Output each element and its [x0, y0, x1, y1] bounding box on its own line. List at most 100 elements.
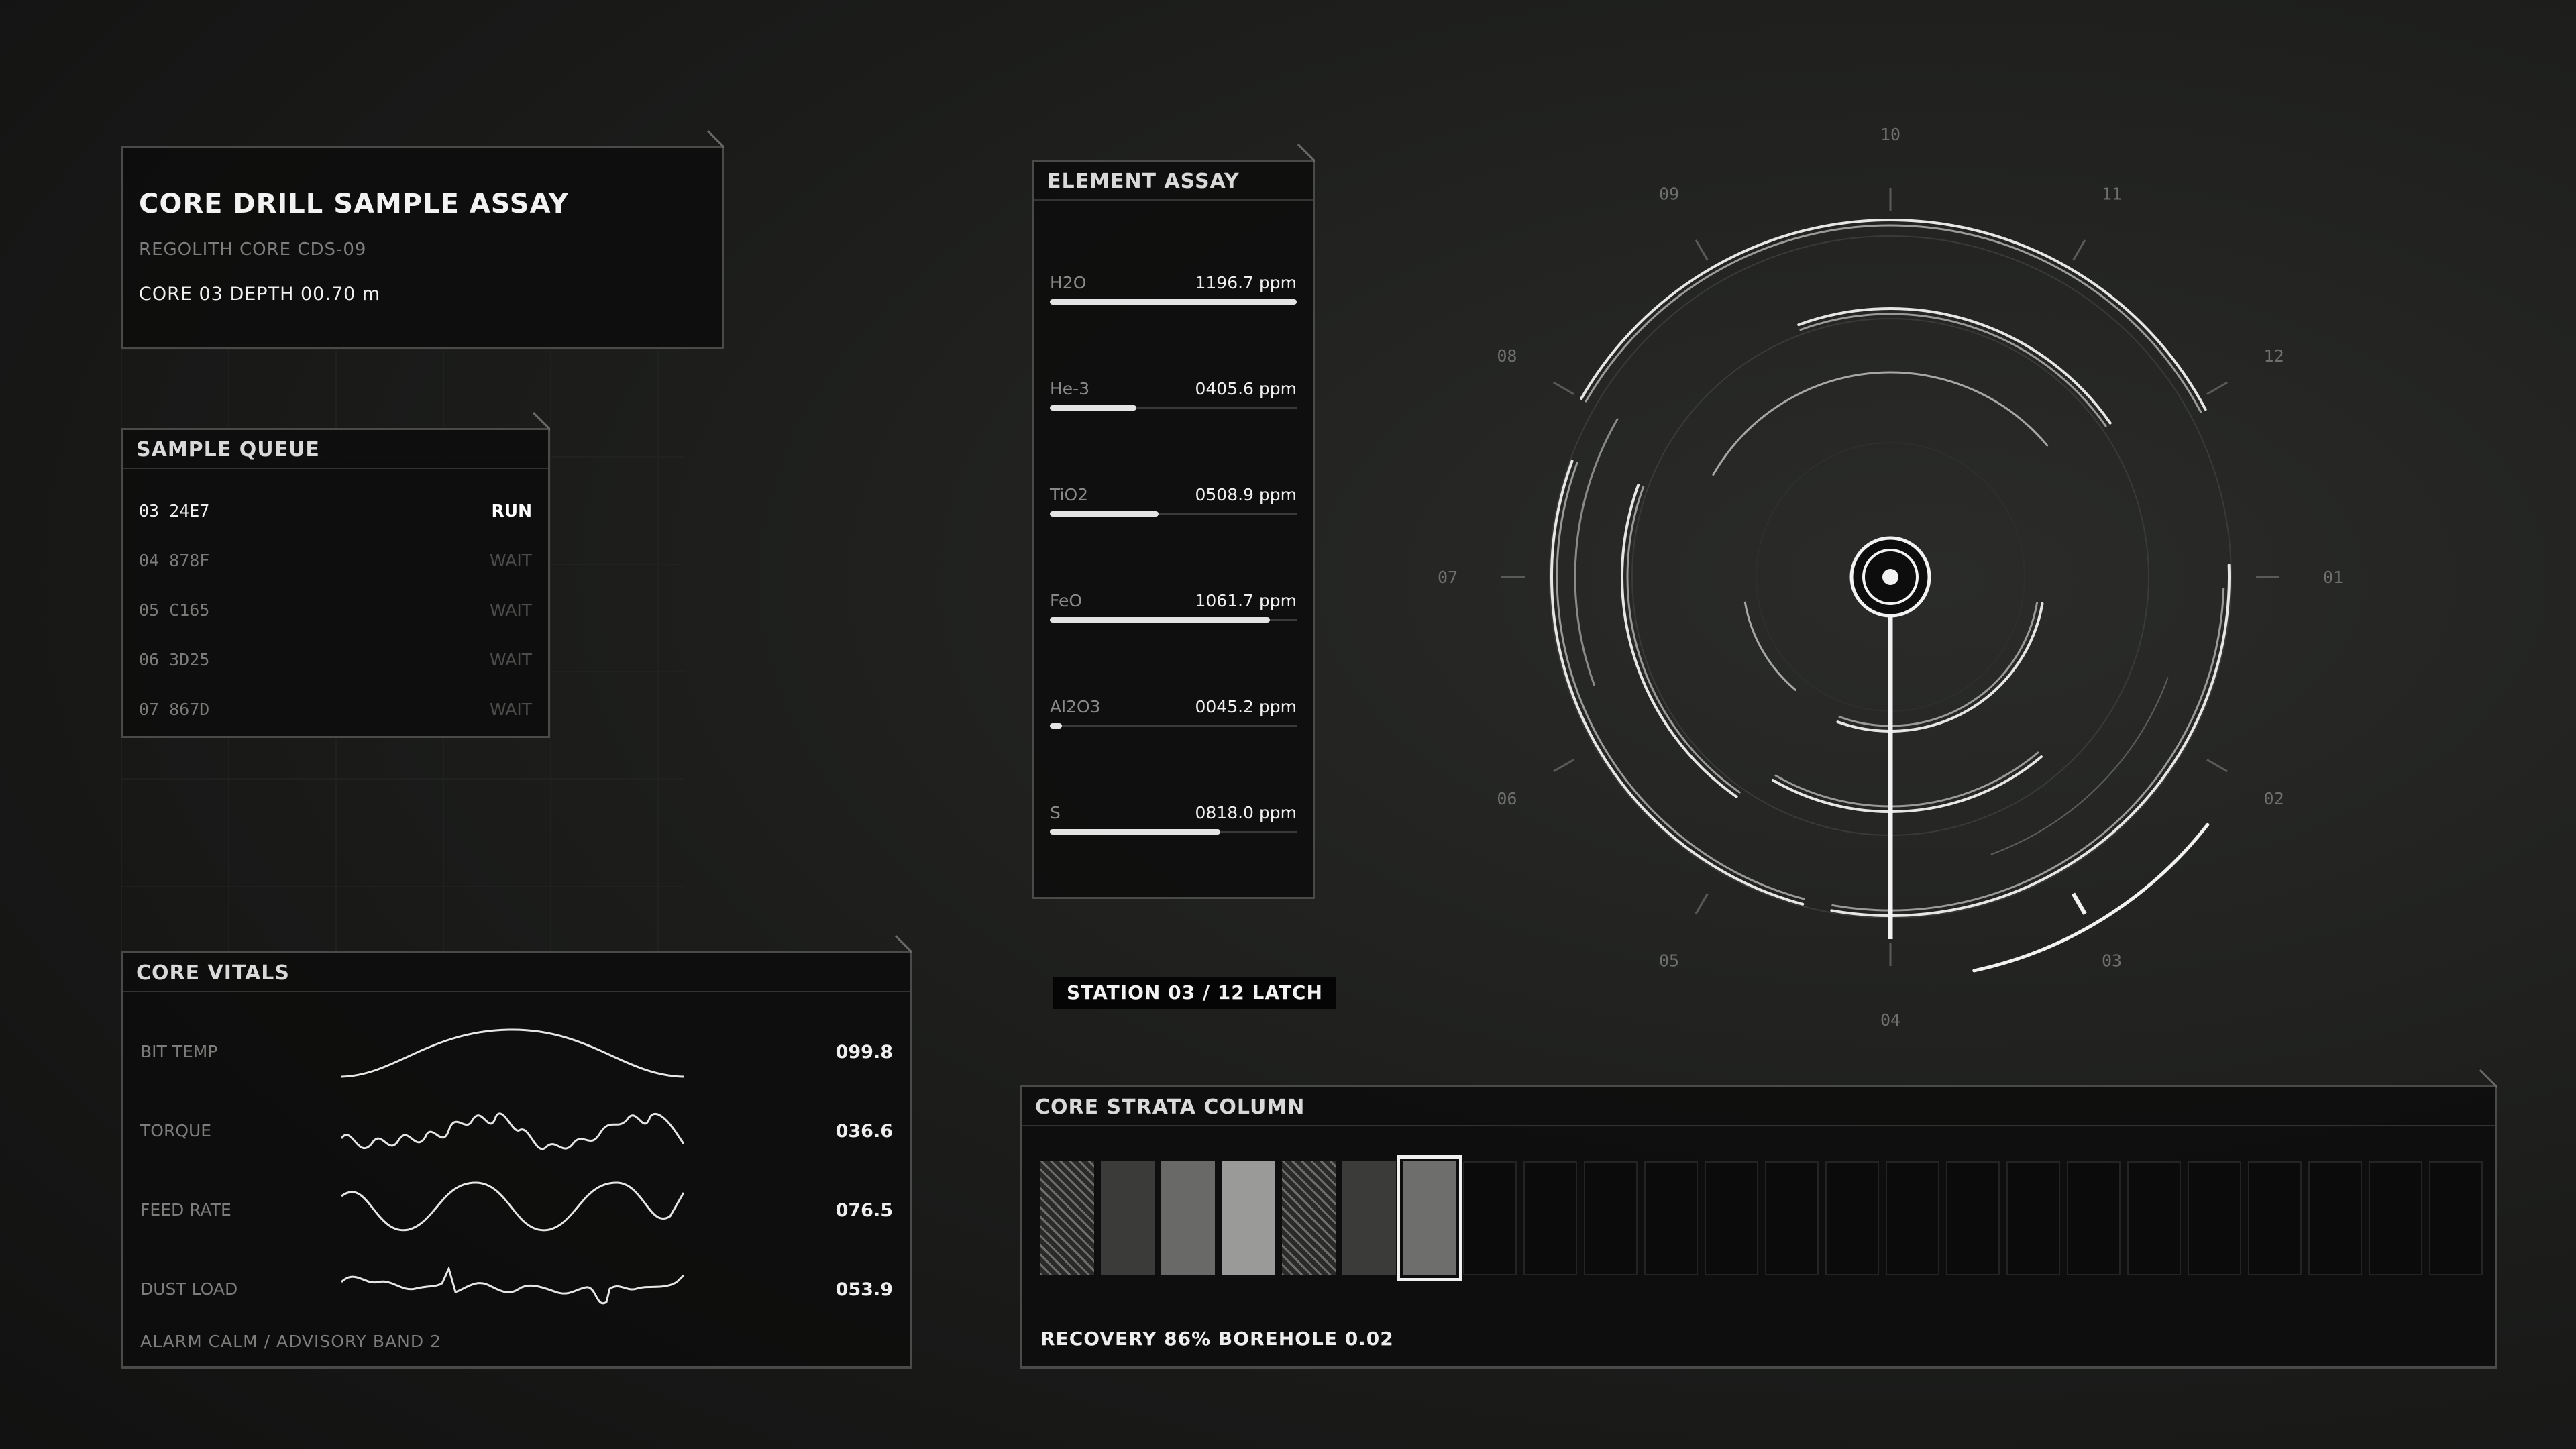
queue-item-status: WAIT	[489, 551, 532, 570]
dial-arc	[1836, 602, 2044, 733]
element-level-bar	[1050, 829, 1220, 835]
dial-label-08[interactable]: 08	[1497, 346, 1517, 366]
queue-item-status: RUN	[491, 501, 532, 521]
dial-center	[1849, 536, 1931, 939]
dial-label-11[interactable]: 11	[2102, 184, 2122, 203]
dial-label-03[interactable]: 03	[2102, 951, 2122, 971]
vital-label: BIT TEMP	[140, 1042, 218, 1061]
element-value: 0405.6 ppm	[1195, 379, 1297, 398]
vital-row: TORQUE 036.6	[140, 1097, 893, 1164]
queue-item[interactable]: 05 C165 WAIT	[139, 600, 532, 627]
strata-cell[interactable]	[1644, 1161, 1698, 1275]
element-name: He-3	[1050, 379, 1090, 398]
queue-item[interactable]: 07 867D WAIT	[139, 700, 532, 727]
strata-cell[interactable]	[1886, 1161, 1939, 1275]
dial-tick	[2206, 759, 2229, 773]
vital-value: 099.8	[835, 1042, 893, 1063]
strata-cell[interactable]	[2006, 1161, 2060, 1275]
element-level-track	[1050, 405, 1297, 411]
strata-cell[interactable]	[1946, 1161, 2000, 1275]
strata-cell[interactable]	[1765, 1161, 1819, 1275]
queue-item-id: 04 878F	[139, 551, 210, 570]
strata-cell[interactable]	[1282, 1161, 1336, 1275]
dial-tick	[1552, 759, 1574, 773]
dial-label-05[interactable]: 05	[1659, 951, 1679, 971]
queue-item-id: 03 24E7	[139, 501, 210, 521]
strata-cell[interactable]	[1523, 1161, 1577, 1275]
element-level-bar	[1050, 511, 1159, 517]
strata-cell[interactable]	[1705, 1161, 1758, 1275]
element-value: 1061.7 ppm	[1195, 591, 1297, 610]
strata-cell[interactable]	[2308, 1161, 2362, 1275]
dial-arc	[1838, 602, 2039, 727]
dial-arc	[1712, 371, 2049, 476]
dial-arc	[1574, 418, 1619, 686]
strata-title-bar: CORE STRATA COLUMN	[1022, 1087, 2495, 1126]
vitals-title: CORE VITALS	[136, 961, 290, 985]
element-value: 1196.7 ppm	[1195, 273, 1297, 292]
strata-cell[interactable]	[2369, 1161, 2422, 1275]
dial-label-02[interactable]: 02	[2264, 789, 2284, 808]
strata-cell[interactable]	[2188, 1161, 2241, 1275]
dial-label-04[interactable]: 04	[1880, 1010, 1900, 1030]
dial-label-07[interactable]: 07	[1438, 568, 1458, 587]
queue-item[interactable]: 03 24E7 RUN	[139, 501, 532, 528]
sample-queue-panel: SAMPLE QUEUE 03 24E7 RUN 04 878F WAIT 05…	[121, 428, 550, 738]
dial-label-01[interactable]: 01	[2323, 568, 2343, 587]
dial-arc	[1990, 677, 2169, 855]
strata-cell[interactable]	[2127, 1161, 2181, 1275]
core-status-line: CORE 03 DEPTH 00.70 m	[139, 284, 381, 305]
strata-cell[interactable]	[1040, 1161, 1094, 1275]
dial-tick	[2072, 239, 2086, 261]
dial-tick	[1552, 381, 1574, 395]
feed-rate-waveform	[341, 1181, 684, 1232]
strata-cell[interactable]	[1342, 1161, 1396, 1275]
assay-header-panel: CORE DRILL SAMPLE ASSAY REGOLITH CORE CD…	[121, 146, 724, 349]
strata-cell[interactable]	[1161, 1161, 1215, 1275]
assay-title: ELEMENT ASSAY	[1047, 170, 1240, 193]
element-name: TiO2	[1050, 485, 1089, 504]
dial-label-12[interactable]: 12	[2264, 346, 2284, 366]
element-value: 0818.0 ppm	[1195, 803, 1297, 822]
vital-row: DUST LOAD 053.9	[140, 1255, 893, 1322]
vital-label: DUST LOAD	[140, 1279, 238, 1299]
strata-cell[interactable]	[2067, 1161, 2121, 1275]
page-title: CORE DRILL SAMPLE ASSAY	[139, 189, 569, 219]
strata-cell[interactable]	[1101, 1161, 1155, 1275]
dial-label-09[interactable]: 09	[1659, 184, 1679, 203]
element-level-track	[1050, 617, 1297, 623]
carousel-dial: 10 11 12 01 02 03 04 05 06 07 08 09	[1438, 125, 2343, 1030]
dust-load-waveform	[341, 1265, 684, 1305]
dial-arc	[1621, 484, 1738, 798]
queue-item[interactable]: 04 878F WAIT	[139, 551, 532, 578]
assay-row: H2O 1196.7 ppm	[1050, 273, 1297, 327]
queue-title-bar: SAMPLE QUEUE	[123, 430, 548, 469]
dial-arc	[1797, 307, 2112, 425]
dial-label-10[interactable]: 10	[1880, 125, 1900, 144]
vital-label: FEED RATE	[140, 1200, 231, 1220]
strata-cell-selected[interactable]	[1397, 1155, 1462, 1281]
strata-cell[interactable]	[1584, 1161, 1638, 1275]
element-level-track	[1050, 829, 1297, 835]
vital-value: 076.5	[835, 1200, 893, 1221]
dial-tick	[2071, 892, 2087, 915]
strata-cell[interactable]	[2248, 1161, 2302, 1275]
assay-row: TiO2 0508.9 ppm	[1050, 485, 1297, 539]
dial-tick	[2206, 381, 2229, 395]
strata-cell[interactable]	[2429, 1161, 2483, 1275]
queue-item[interactable]: 06 3D25 WAIT	[139, 650, 532, 677]
dial-label-06[interactable]: 06	[1497, 789, 1517, 808]
core-subtitle: REGOLITH CORE CDS-09	[139, 239, 367, 260]
strata-cell[interactable]	[1825, 1161, 1879, 1275]
element-name: S	[1050, 803, 1061, 822]
assay-title-bar: ELEMENT ASSAY	[1034, 162, 1313, 201]
dial-hub-dot	[1882, 569, 1898, 585]
vital-row: FEED RATE 076.5	[140, 1176, 893, 1243]
strata-cell[interactable]	[1222, 1161, 1275, 1275]
strata-title: CORE STRATA COLUMN	[1035, 1095, 1305, 1119]
strata-cell[interactable]	[1463, 1161, 1517, 1275]
queue-title: SAMPLE QUEUE	[136, 438, 320, 462]
alarm-status: ALARM CALM / ADVISORY BAND 2	[140, 1332, 441, 1351]
station-latch-label: STATION 03 / 12 LATCH	[1053, 977, 1336, 1009]
core-vitals-panel: CORE VITALS BIT TEMP 099.8 TORQUE 036.6 …	[121, 951, 912, 1368]
